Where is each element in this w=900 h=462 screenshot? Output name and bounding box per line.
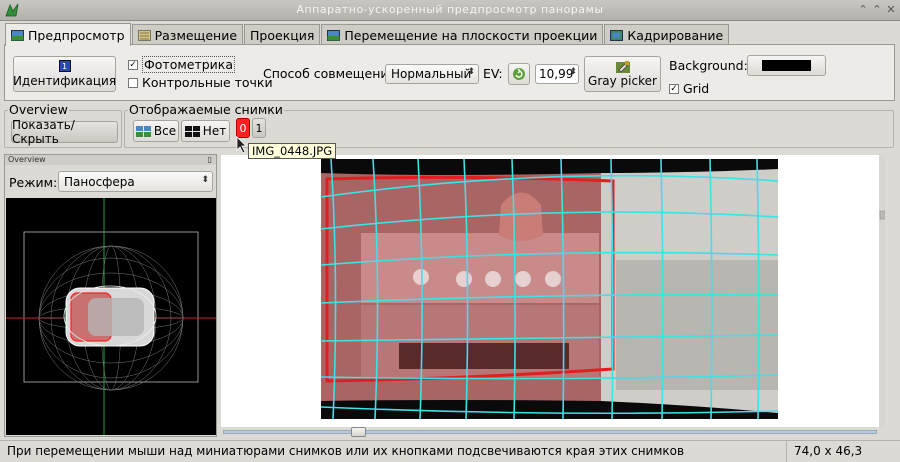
panorama-canvas[interactable]: [221, 155, 886, 427]
move-icon: [327, 29, 341, 41]
panorama-preview[interactable]: [221, 155, 886, 427]
updown-icon: ⬍: [467, 67, 475, 77]
grid-label: Grid: [683, 81, 710, 96]
tab-label: Предпросмотр: [28, 27, 125, 43]
show-hide-overview-button[interactable]: Показать/Скрыть: [11, 118, 118, 146]
color-swatch: [762, 60, 811, 71]
status-bar: При перемещении мыши над миниатюрами сни…: [0, 440, 900, 462]
image-0-toggle[interactable]: 0: [236, 118, 250, 138]
refresh-icon: [513, 68, 525, 80]
tab-layout[interactable]: Размещение: [131, 24, 244, 45]
dock-float-icon[interactable]: ▯: [208, 155, 212, 165]
overview-group-title: Overview: [8, 102, 69, 117]
overview-dock-title: Overview: [8, 155, 46, 164]
gray-picker-label: Gray picker: [588, 74, 657, 88]
ev-value: 10,99: [539, 67, 574, 81]
tab-label: Перемещение на плоскости проекции: [344, 27, 598, 43]
photometry-checkbox[interactable]: ✓ Фотометрика: [128, 56, 236, 73]
image-tooltip: IMG_0448.JPG: [248, 143, 337, 159]
tab-label: Кадрирование: [627, 27, 724, 43]
gray-picker-button[interactable]: Gray picker: [584, 56, 661, 92]
blend-mode-select[interactable]: Нормальный ⬍: [385, 64, 479, 84]
overview-mode-select[interactable]: Паносфера ⬍: [58, 171, 213, 192]
overview-dock: Overview ▯ Режим: Паносфера ⬍: [4, 154, 217, 437]
status-message: При перемещении мыши над миниатюрами сни…: [7, 444, 685, 458]
show-none-button[interactable]: Нет: [181, 120, 230, 142]
checkbox-unchecked-icon: [128, 77, 138, 88]
show-hide-label: Показать/Скрыть: [12, 118, 75, 146]
crop-icon: [610, 29, 624, 41]
all-images-icon: [135, 125, 151, 137]
tab-preview[interactable]: Предпросмотр: [5, 23, 131, 46]
ev-label: EV:: [483, 66, 503, 81]
tab-label: Размещение: [154, 27, 238, 43]
blend-mode-label: Способ совмещения:: [263, 66, 401, 81]
image-0-label: 0: [239, 121, 247, 135]
tab-label: Проекция: [250, 27, 315, 43]
identify-icon: 1: [58, 60, 71, 72]
field-of-view-readout: 74,0 x 46,3: [794, 444, 863, 458]
identify-label: Идентификация: [12, 74, 117, 88]
tab-move[interactable]: Перемещение на плоскости проекции: [321, 24, 604, 45]
tab-crop[interactable]: Кадрирование: [604, 24, 730, 45]
image-1-label: 1: [255, 121, 263, 135]
show-all-button[interactable]: Все: [133, 120, 179, 142]
image-1-toggle[interactable]: 1: [252, 118, 266, 138]
ev-spinbox[interactable]: 10,99 ⬍: [535, 64, 579, 84]
show-none-label: Нет: [202, 124, 227, 138]
panosphere-overview[interactable]: [6, 198, 216, 435]
minimize-icon[interactable]: ⌃: [856, 3, 870, 17]
tab-bar: Предпросмотр Размещение Проекция Перемещ…: [5, 23, 730, 46]
ev-reset-button[interactable]: [508, 63, 530, 85]
mouse-cursor-icon: [236, 136, 247, 154]
status-divider: [786, 441, 787, 462]
identify-button[interactable]: 1 Идентификация: [13, 56, 116, 92]
close-icon[interactable]: ✕: [884, 3, 898, 17]
photometry-label: Фотометрика: [142, 56, 236, 73]
background-label: Background:: [669, 58, 748, 73]
grid-checkbox[interactable]: ✓ Grid: [669, 81, 709, 96]
toolbar-panel: 1 Идентификация ✓ Фотометрика Контрольны…: [4, 44, 895, 101]
layout-icon: [137, 29, 151, 41]
checkbox-checked-icon: ✓: [128, 59, 138, 70]
title-bar: Аппаратно-ускоренный предпросмотр панора…: [0, 0, 900, 21]
eyedropper-icon: [615, 61, 630, 73]
control-points-label: Контрольные точки: [142, 75, 273, 90]
control-points-checkbox[interactable]: Контрольные точки: [128, 75, 273, 90]
overview-mode-value: Паносфера: [64, 174, 135, 189]
horizontal-slider[interactable]: [223, 427, 877, 437]
mode-label: Режим:: [9, 175, 58, 190]
no-images-icon: [184, 125, 200, 137]
show-all-label: Все: [153, 124, 177, 138]
checkbox-checked-icon: ✓: [669, 83, 679, 94]
updown-icon: ⬍: [201, 175, 209, 185]
maximize-icon[interactable]: ⌃: [870, 3, 884, 17]
window-title: Аппаратно-ускоренный предпросмотр панора…: [296, 3, 604, 16]
displayed-images-title: Отображаемые снимки: [128, 102, 284, 117]
preview-icon: [11, 29, 24, 41]
spin-icon: ⬍: [569, 67, 577, 77]
tab-projection[interactable]: Проекция: [244, 24, 321, 45]
blend-mode-value: Нормальный: [391, 67, 472, 81]
background-color-button[interactable]: [747, 55, 826, 76]
slider-handle[interactable]: [351, 427, 366, 437]
overview-dock-header: Overview ▯: [5, 155, 216, 165]
